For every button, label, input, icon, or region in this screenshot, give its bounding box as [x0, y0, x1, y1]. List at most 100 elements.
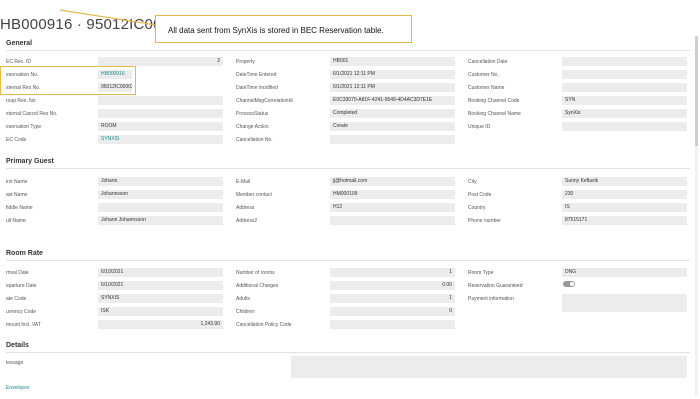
number-of-rooms-field[interactable]: 1 — [330, 268, 455, 277]
cancellation-no-field[interactable] — [330, 135, 455, 144]
field-label: Cancellation Date — [468, 59, 508, 65]
field-label: Additional Charges — [236, 283, 279, 289]
children-field[interactable]: 0 — [330, 307, 455, 316]
field-label: Number of rooms — [236, 270, 275, 276]
customer-no-field[interactable] — [562, 70, 687, 79]
field-label: ProcessStatus — [236, 111, 269, 117]
annotation-callout: All data sent from SynXis is stored in B… — [155, 15, 412, 43]
field-label: lessage — [6, 360, 24, 366]
city-field[interactable]: Sunny Keflavik — [562, 177, 687, 186]
first-name-field[interactable]: Johann — [98, 177, 223, 186]
arrival-date-field[interactable]: 6/10/2021 — [98, 268, 223, 277]
field-label: Post Code — [468, 192, 492, 198]
change-action-field[interactable]: Create — [330, 122, 455, 131]
member-contact-field[interactable]: HM000109 — [330, 190, 455, 199]
field-label: eservation No. — [6, 72, 39, 78]
field-label: DateTime modified — [236, 85, 278, 91]
unique-id-field[interactable] — [562, 122, 687, 131]
customer-name-field[interactable] — [562, 83, 687, 92]
process-status-field[interactable]: Completed — [330, 109, 455, 118]
field-label: irst Name — [6, 179, 28, 185]
field-label: ast Name — [6, 192, 28, 198]
currency-code-field[interactable]: ISK — [98, 307, 223, 316]
address-field[interactable]: H12 — [330, 203, 455, 212]
field-label: xternal Res No. — [6, 85, 41, 91]
country-field[interactable]: IS — [562, 203, 687, 212]
field-label: Member contact — [236, 192, 272, 198]
divider — [6, 168, 690, 169]
field-label: ull Name — [6, 218, 26, 224]
section-details[interactable]: Details — [6, 342, 29, 349]
group-res-no-field[interactable] — [98, 96, 223, 105]
middle-name-field[interactable] — [98, 203, 223, 212]
cancellation-date-field[interactable] — [562, 57, 687, 66]
post-code-field[interactable]: 230 — [562, 190, 687, 199]
field-label: Property — [236, 59, 255, 65]
reservation-guaranteed-toggle[interactable] — [563, 281, 575, 287]
field-label: xternal Cancel Res No. — [6, 111, 58, 117]
bec-rec-id-field[interactable]: 2 — [98, 57, 223, 66]
field-label: Reservation Guaranteed — [468, 283, 523, 289]
message-field[interactable] — [291, 356, 687, 378]
scrollbar-thumb[interactable] — [695, 36, 698, 146]
field-label: Payment information — [468, 296, 514, 302]
last-name-field[interactable]: Johannsson — [98, 190, 223, 199]
payment-information-field[interactable] — [562, 294, 687, 312]
field-label: mount Incl. VAT — [6, 322, 41, 328]
amount-incl-vat-field[interactable]: 1,243.90 — [98, 320, 223, 329]
field-label: Adults — [236, 296, 250, 302]
field-label: ChannelMsgCorrelationId — [236, 98, 293, 104]
bec-code-field[interactable]: SYNXIS — [98, 135, 223, 144]
section-general[interactable]: General — [6, 40, 32, 47]
divider — [6, 50, 690, 51]
reservation-no-field[interactable]: HB000916 — [98, 70, 132, 79]
field-label: rrival Date — [6, 270, 29, 276]
departure-date-field[interactable]: 6/10/2021 — [98, 281, 223, 290]
email-field[interactable]: jj@hotmail.com — [330, 177, 455, 186]
field-label: Customer No. — [468, 72, 499, 78]
section-primary-guest[interactable]: Primary Guest — [6, 158, 54, 165]
reservation-type-field[interactable]: ROOM — [98, 122, 223, 131]
field-label: City — [468, 179, 477, 185]
divider — [6, 352, 690, 353]
field-label: DateTime Entered — [236, 72, 277, 78]
adults-field[interactable]: 1 — [330, 294, 455, 303]
phone-number-field[interactable]: 87515171 — [562, 216, 687, 225]
field-label: E-Mail — [236, 179, 251, 185]
field-label: Booking Channel Code — [468, 98, 520, 104]
rate-code-field[interactable]: SYNXIS — [98, 294, 223, 303]
field-label: Cancellation Policy Code — [236, 322, 292, 328]
channel-msg-correlation-id-field[interactable]: E0C33070-A81F-4241-9549-4D4AC3D7E1E — [330, 96, 455, 105]
envelopes-link[interactable]: Envelopes — [6, 385, 29, 391]
field-label: EC Rec. ID — [6, 59, 32, 65]
field-label: ate Code — [6, 296, 27, 302]
external-cancel-res-no-field[interactable] — [98, 109, 223, 118]
field-label: Customer Name — [468, 85, 505, 91]
field-label: Phone number — [468, 218, 501, 224]
field-label: fiddle Name — [6, 205, 33, 211]
additional-charges-field[interactable]: 0.00 — [330, 281, 455, 290]
callout-pointer — [60, 9, 157, 26]
address2-field[interactable] — [330, 216, 455, 225]
room-type-field[interactable]: DNG — [562, 268, 687, 277]
section-room-rate[interactable]: Room Rate — [6, 250, 43, 257]
field-label: urrency Code — [6, 309, 37, 315]
property-field[interactable]: HB001 — [330, 57, 455, 66]
full-name-field[interactable]: Johann Johannsson — [98, 216, 223, 225]
field-label: Change Action — [236, 124, 269, 130]
field-label: Address2 — [236, 218, 258, 224]
external-res-no-field[interactable]: 95012IC000022 — [98, 83, 132, 92]
field-label: Country — [468, 205, 486, 211]
booking-channel-name-field[interactable]: SynXis — [562, 109, 687, 118]
reservation-no-link[interactable]: HB000916 — [101, 71, 125, 77]
datetime-modified-field[interactable]: 6/1/2021 12:11 PM — [330, 83, 455, 92]
cancellation-policy-code-field[interactable] — [330, 320, 455, 329]
booking-channel-code-field[interactable]: SYN — [562, 96, 687, 105]
field-label: eparture Date — [6, 283, 37, 289]
field-label: Room Type — [468, 270, 494, 276]
bec-code-link[interactable]: SYNXIS — [101, 136, 119, 142]
field-label: Address — [236, 205, 255, 211]
field-label: EC Code — [6, 137, 27, 143]
datetime-entered-field[interactable]: 6/1/2021 12:11 PM — [330, 70, 455, 79]
field-label: Unique ID — [468, 124, 491, 130]
